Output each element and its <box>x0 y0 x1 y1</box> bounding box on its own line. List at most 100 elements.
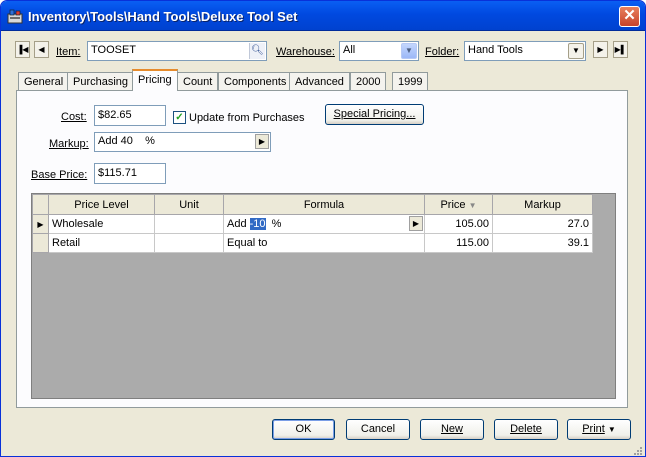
new-label: New <box>440 423 463 435</box>
warehouse-select[interactable]: All ▼ <box>339 41 419 61</box>
first-record-button[interactable]: ▐◀ <box>15 41 30 58</box>
title-bar[interactable]: Inventory\Tools\Hand Tools\Deluxe Tool S… <box>1 1 645 31</box>
tab-advanced[interactable]: Advanced <box>289 72 350 91</box>
grid-header-row: Price Level Unit Formula Price ▼ Markup <box>32 194 593 215</box>
status-bar <box>1 443 645 456</box>
markup-unit: % <box>145 135 155 147</box>
tab-label: 1999 <box>398 76 423 88</box>
tab-label: Advanced <box>295 76 344 88</box>
cost-label: Cost: <box>61 111 87 123</box>
warehouse-value: All <box>343 44 356 56</box>
update-from-purchases-checkbox[interactable]: ✓ <box>173 111 186 124</box>
markup-field[interactable]: Add 40 % ▶ <box>94 132 271 152</box>
folder-select[interactable]: Hand Tools ▼ <box>464 41 586 61</box>
tab-label: Pricing <box>138 74 172 86</box>
markup-cell[interactable]: 39.1 <box>492 233 593 253</box>
cost-label-text: Cost: <box>61 111 87 123</box>
item-field[interactable]: TOOSET 🔍︎ <box>87 41 267 61</box>
window-title: Inventory\Tools\Hand Tools\Deluxe Tool S… <box>28 9 298 24</box>
tab-purchasing[interactable]: Purchasing <box>67 72 135 91</box>
formula-options-button[interactable]: ▶ <box>409 216 423 231</box>
markup-label: Markup: <box>49 138 89 150</box>
cost-value: $82.65 <box>98 109 132 121</box>
row-selector-header <box>32 194 49 215</box>
markup-cell[interactable]: 27.0 <box>492 214 593 234</box>
sort-descending-icon: ▼ <box>468 200 477 210</box>
special-pricing-button[interactable]: Special Pricing... <box>325 104 424 125</box>
tab-general[interactable]: General <box>18 72 70 91</box>
previous-record-icon: ◀ <box>38 45 45 54</box>
last-record-button[interactable]: ▶▌ <box>613 41 628 58</box>
magnifier-icon: 🔍︎ <box>251 45 264 56</box>
ok-button[interactable]: OK <box>272 419 335 440</box>
new-button[interactable]: New <box>420 419 484 440</box>
price-cell[interactable]: 105.00 <box>424 214 493 234</box>
cancel-button[interactable]: Cancel <box>346 419 410 440</box>
checkmark-icon: ✓ <box>175 112 184 123</box>
formula-unit: % <box>271 218 282 230</box>
tab-2000[interactable]: 2000 <box>350 72 387 91</box>
formula-value-editor[interactable]: -10 <box>249 218 266 230</box>
tab-pricing[interactable]: Pricing <box>132 69 178 91</box>
tab-components[interactable]: Components <box>218 72 293 91</box>
last-record-icon: ▶▌ <box>614 45 627 54</box>
special-pricing-label: Special Pricing... <box>333 108 416 120</box>
warehouse-label: Warehouse: <box>276 46 335 58</box>
unit-cell[interactable] <box>154 214 224 234</box>
print-label: Print <box>582 423 605 435</box>
folder-label: Folder: <box>425 46 460 58</box>
first-record-icon: ▐◀ <box>16 45 29 54</box>
price-cell[interactable]: 115.00 <box>424 233 493 253</box>
price-level-table: Price Level Unit Formula Price ▼ Markup … <box>32 194 593 253</box>
unit-cell[interactable] <box>154 233 224 253</box>
base-price-field[interactable]: $115.71 <box>94 163 166 184</box>
previous-record-button[interactable]: ◀ <box>34 41 49 58</box>
price-level-cell[interactable]: Wholesale <box>48 214 155 234</box>
inventory-window: Inventory\Tools\Hand Tools\Deluxe Tool S… <box>0 0 646 457</box>
update-from-purchases-label: Update from Purchases <box>189 112 305 124</box>
tab-label: 2000 <box>356 76 381 88</box>
arrow-right-icon: ▶ <box>412 219 420 228</box>
column-header-markup[interactable]: Markup <box>492 194 593 215</box>
cost-field[interactable]: $82.65 <box>94 105 166 126</box>
warehouse-dropdown-button[interactable]: ▼ <box>401 43 417 59</box>
item-label: Item: <box>56 46 81 58</box>
tab-label: Purchasing <box>73 76 129 88</box>
folder-value: Hand Tools <box>468 44 523 56</box>
tab-count[interactable]: Count <box>177 72 219 91</box>
print-button[interactable]: Print ▼ <box>567 419 631 440</box>
tab-label: Components <box>224 76 287 88</box>
formula-cell[interactable]: Equal to <box>223 233 425 253</box>
folder-dropdown-button[interactable]: ▼ <box>568 43 584 59</box>
item-lookup-button[interactable]: 🔍︎ <box>249 43 265 59</box>
table-row[interactable]: Retail Equal to 115.00 39.1 <box>32 233 593 253</box>
inventory-app-icon <box>7 9 23 24</box>
current-row-arrow-icon: ▶ <box>37 219 44 229</box>
markup-options-button[interactable]: ▶ <box>255 134 269 149</box>
tab-label: General <box>24 76 64 88</box>
next-record-button[interactable]: ▶ <box>593 41 608 58</box>
chevron-down-icon: ▼ <box>572 46 580 55</box>
base-price-label-text: Base Price: <box>31 169 88 181</box>
row-selector[interactable] <box>32 233 49 253</box>
price-header-label: Price <box>440 198 466 211</box>
current-row-indicator[interactable]: ▶ <box>32 214 49 234</box>
table-row[interactable]: ▶ Wholesale Add -10 % ▶ 105.00 27.0 <box>32 214 593 234</box>
tab-label: Count <box>183 76 213 88</box>
column-header-price-level[interactable]: Price Level <box>48 194 155 215</box>
price-level-cell[interactable]: Retail <box>48 233 155 253</box>
arrow-right-icon: ▶ <box>258 137 266 146</box>
tab-1999[interactable]: 1999 <box>392 72 429 91</box>
formula-cell[interactable]: Add -10 % ▶ <box>223 214 425 234</box>
ok-label: OK <box>295 423 312 435</box>
chevron-down-icon: ▼ <box>405 46 413 55</box>
cancel-label: Cancel <box>360 423 396 435</box>
column-header-price[interactable]: Price ▼ <box>424 194 493 215</box>
column-header-unit[interactable]: Unit <box>154 194 224 215</box>
base-price-label: Base Price: <box>31 169 87 181</box>
delete-button[interactable]: Delete <box>494 419 558 440</box>
price-level-grid[interactable]: Price Level Unit Formula Price ▼ Markup … <box>31 193 616 399</box>
close-button[interactable]: ✕ <box>619 6 640 27</box>
resize-grip-icon[interactable] <box>631 444 643 456</box>
column-header-formula[interactable]: Formula <box>223 194 425 215</box>
